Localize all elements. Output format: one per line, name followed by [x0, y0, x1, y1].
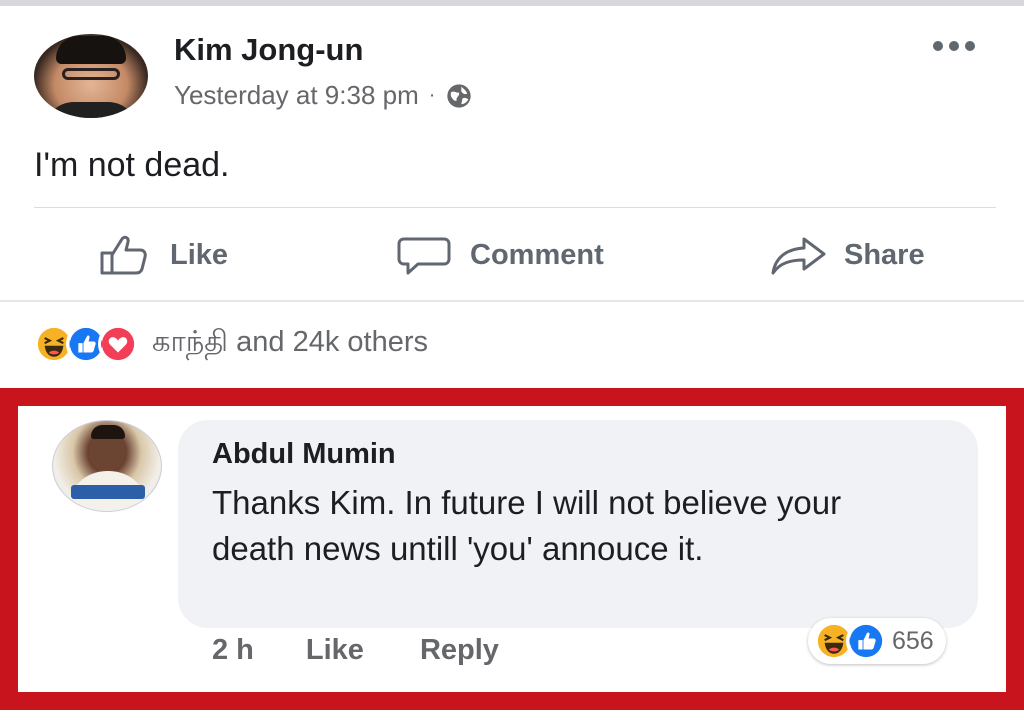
share-icon	[771, 237, 826, 275]
comment-author-name[interactable]: Abdul Mumin	[212, 438, 396, 471]
comment-button-label: Comment	[470, 238, 604, 271]
post-meta: Yesterday at 9:38 pm ·	[174, 80, 473, 111]
reactions-summary[interactable]: காந்தி and 24k others	[34, 322, 428, 366]
comment-timestamp[interactable]: 2 h	[212, 634, 254, 667]
comment-meta: 2 h Like Reply	[212, 634, 499, 667]
meta-separator: ·	[428, 84, 436, 106]
like-icon	[846, 621, 886, 661]
post-divider	[34, 207, 996, 208]
thumbs-up-icon	[100, 235, 147, 275]
post-actions-bar: Like Comment Share	[34, 222, 996, 288]
love-icon	[98, 324, 138, 364]
post-text: I'm not dead.	[34, 146, 230, 184]
avatar-banner	[71, 485, 145, 499]
comment-reply-button[interactable]: Reply	[420, 634, 499, 667]
avatar-hair	[91, 425, 125, 439]
commenter-avatar[interactable]	[52, 420, 162, 512]
top-divider-strip	[0, 0, 1024, 6]
avatar-hair	[56, 36, 126, 64]
avatar-suit	[44, 102, 138, 118]
comment-reactions[interactable]: 656	[808, 618, 946, 664]
avatar-glasses	[62, 68, 120, 80]
post-author-name[interactable]: Kim Jong-un	[174, 32, 363, 68]
like-button-label: Like	[170, 238, 229, 271]
reactions-summary-text: காந்தி and 24k others	[152, 326, 428, 358]
avatar[interactable]	[34, 34, 148, 118]
section-divider	[0, 300, 1024, 302]
comment-like-button[interactable]: Like	[306, 634, 364, 667]
comment-button[interactable]: Comment	[396, 230, 604, 280]
like-button[interactable]: Like	[96, 230, 228, 280]
share-button-label: Share	[844, 238, 925, 271]
post-timestamp[interactable]: Yesterday at 9:38 pm	[174, 80, 419, 111]
comment-text: Thanks Kim. In future I will not believe…	[212, 484, 842, 567]
comment-bubble: Abdul Mumin Thanks Kim. In future I will…	[178, 420, 978, 628]
share-button[interactable]: Share	[770, 230, 925, 280]
post-header: Kim Jong-un Yesterday at 9:38 pm ·	[34, 30, 994, 120]
comment-icon	[397, 237, 451, 275]
more-options-icon[interactable]	[930, 36, 978, 56]
comment-reaction-count: 656	[892, 626, 934, 655]
globe-icon[interactable]	[445, 82, 473, 110]
